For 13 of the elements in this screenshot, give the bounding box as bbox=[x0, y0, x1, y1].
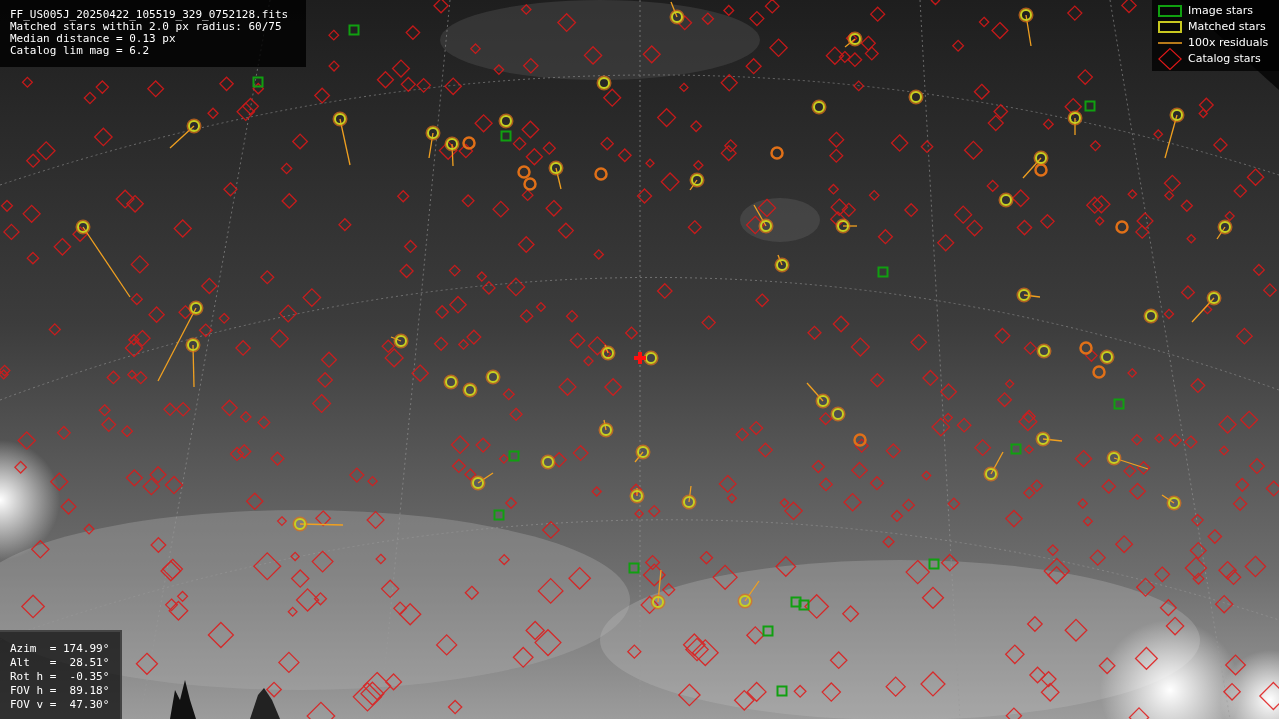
file-name-text: FF_US005J_20250422_105519_329_0752128.fits bbox=[10, 9, 290, 21]
pointing-line: FOV v = 47.30° bbox=[10, 698, 111, 712]
pointing-line: Rot h = -0.35° bbox=[10, 670, 111, 684]
legend-label: 100x residuals bbox=[1188, 34, 1269, 51]
legend-label: Catalog stars bbox=[1188, 50, 1261, 67]
pointing-line: Azim = 174.99° bbox=[10, 642, 111, 656]
info-line: Catalog lim mag = 6.2 bbox=[10, 45, 151, 57]
pointing-line: Alt = 28.51° bbox=[10, 656, 111, 670]
info-line: Median distance = 0.13 px bbox=[10, 33, 177, 45]
legend-label: Matched stars bbox=[1188, 18, 1266, 35]
pointing-line: FOV h = 89.18° bbox=[10, 684, 111, 698]
info-line: Matched stars within 2.0 px radius: 60/75 bbox=[10, 21, 282, 33]
legend-label: Image stars bbox=[1188, 2, 1253, 19]
